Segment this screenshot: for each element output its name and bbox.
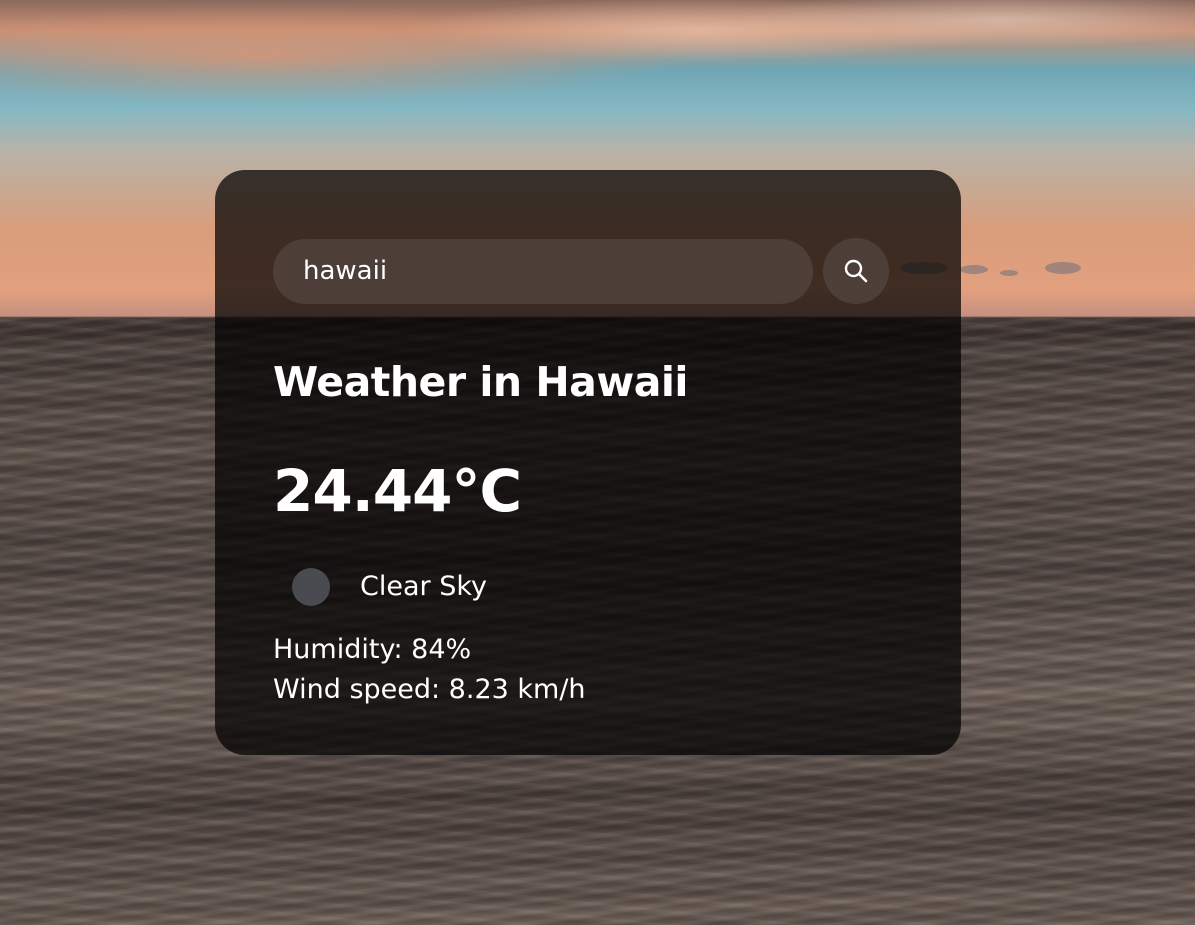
weather-description-row: Clear Sky	[273, 568, 891, 606]
weather-details: Humidity: 84% Wind speed: 8.23 km/h	[273, 630, 891, 710]
weather-description: Clear Sky	[360, 571, 487, 602]
clear-sky-icon	[292, 568, 330, 606]
search-input[interactable]	[273, 238, 813, 304]
humidity: Humidity: 84%	[273, 634, 472, 665]
search-button[interactable]	[823, 238, 889, 304]
city-title: Weather in Hawaii	[273, 358, 688, 406]
temperature: 24.44°C	[273, 457, 522, 525]
search-bar	[273, 238, 891, 304]
weather-card: Weather in Hawaii 24.44°C Clear Sky Humi…	[215, 170, 961, 755]
wind-speed: Wind speed: 8.23 km/h	[273, 674, 586, 705]
search-icon	[844, 259, 868, 283]
